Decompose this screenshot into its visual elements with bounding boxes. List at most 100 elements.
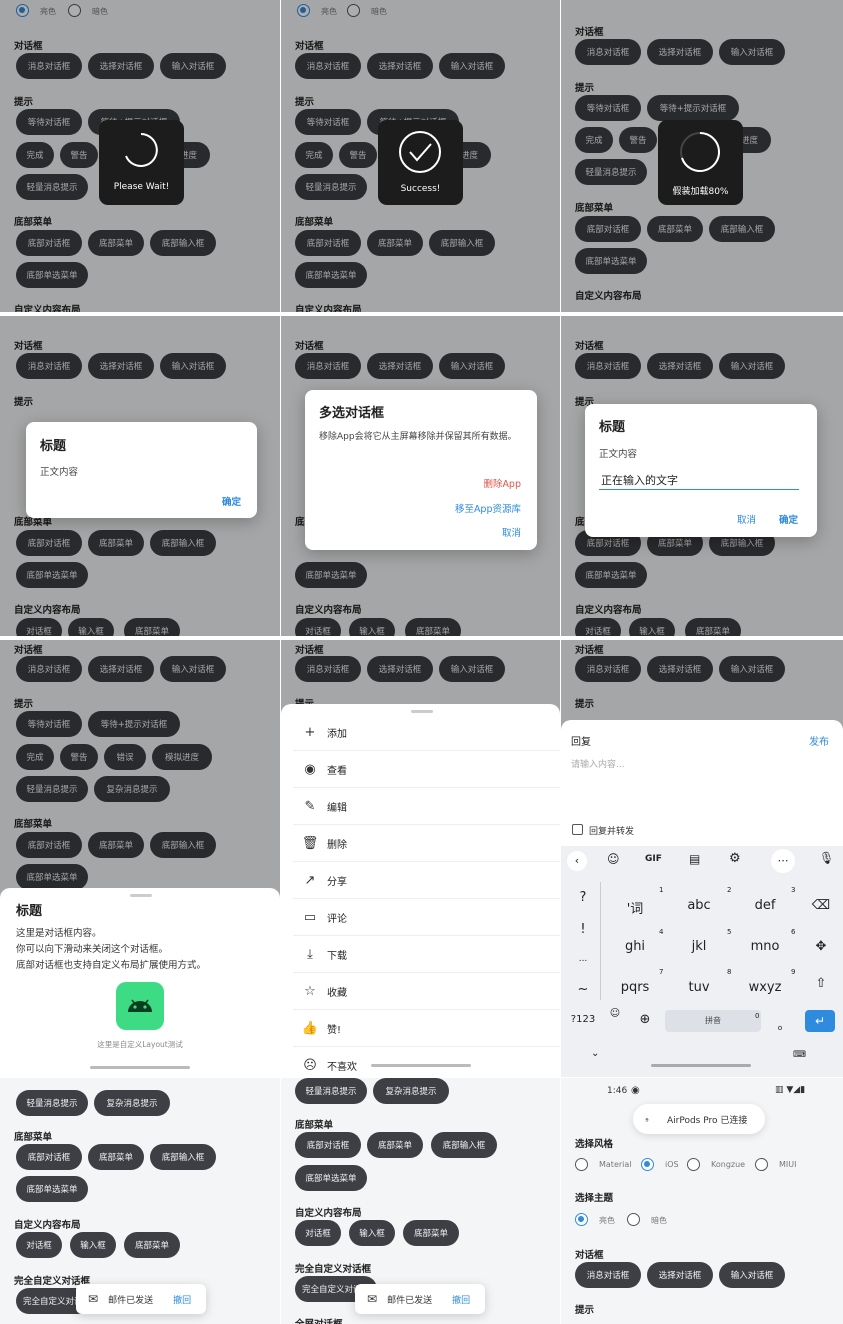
- bottom-dialog-button[interactable]: 底部对话框: [16, 1144, 82, 1170]
- complex-tip-button[interactable]: 复杂消息提示: [94, 1090, 170, 1116]
- input-dialog-button[interactable]: 输入对话框: [719, 1262, 785, 1288]
- cursor-move-icon[interactable]: ✥: [807, 939, 835, 954]
- key-question[interactable]: ?: [565, 890, 601, 905]
- airpods-notification[interactable]: ❟ AirPods Pro 已连接: [633, 1104, 765, 1134]
- radio-light[interactable]: [575, 1213, 588, 1226]
- menu-item-like[interactable]: 👍 赞!: [293, 1010, 560, 1047]
- menu-item-add[interactable]: + 添加: [293, 714, 560, 751]
- bottom-menu-button[interactable]: 底部菜单: [88, 1144, 144, 1170]
- text-input-field[interactable]: 正在输入的文字: [599, 468, 799, 490]
- move-to-library-option[interactable]: 移至App资源库: [455, 501, 521, 515]
- menu-item-share[interactable]: ↗ 分享: [293, 862, 560, 899]
- key-wxyz[interactable]: wxyz: [745, 980, 785, 995]
- menu-item-comment[interactable]: ▭ 评论: [293, 899, 560, 936]
- notify-text: AirPods Pro 已连接: [667, 1116, 748, 1126]
- radio-kongzue[interactable]: [687, 1158, 700, 1171]
- menu-item-view[interactable]: ◉ 查看: [293, 751, 560, 788]
- toast-text: 邮件已发送: [108, 1295, 154, 1306]
- emoji-icon[interactable]: ☺: [605, 1008, 625, 1019]
- complex-tip-button[interactable]: 复杂消息提示: [373, 1078, 449, 1104]
- drag-handle[interactable]: [130, 894, 152, 897]
- menu-item-edit[interactable]: ✎ 编辑: [293, 788, 560, 825]
- key-tilde[interactable]: ~: [565, 982, 601, 997]
- custom-dialog-button[interactable]: 对话框: [295, 1220, 341, 1246]
- keyboard-icon[interactable]: ⌨: [793, 1050, 806, 1060]
- bottom-single-button[interactable]: 底部单选菜单: [16, 1176, 88, 1202]
- key-ghi[interactable]: ghi: [615, 939, 655, 954]
- globe-icon[interactable]: ⊕: [635, 1012, 655, 1027]
- select-dialog-button[interactable]: 选择对话框: [647, 1262, 713, 1288]
- custom-dialog-button[interactable]: 对话框: [16, 1232, 62, 1258]
- delete-app-option[interactable]: 删除App: [483, 476, 521, 490]
- loading-box: 假装加载80%: [658, 120, 743, 205]
- cell-toast-2: 轻量消息提示 复杂消息提示 底部菜单 底部对话框 底部菜单 底部输入框 底部单选…: [281, 1078, 560, 1324]
- gif-button[interactable]: GIF: [645, 854, 662, 864]
- forward-checkbox[interactable]: [572, 824, 583, 835]
- ok-button[interactable]: 确定: [779, 512, 798, 526]
- menu-item-download[interactable]: ⤓ 下载: [293, 936, 560, 973]
- keyboard-toolbar: ‹ ☺ GIF ▤ ⚙ ⋯ 🎙: [561, 846, 843, 876]
- bottom-input-button[interactable]: 底部输入框: [150, 1144, 216, 1170]
- bottom-menu-button[interactable]: 底部菜单: [367, 1132, 423, 1158]
- radio-dark-label: 暗色: [651, 1216, 667, 1225]
- radio-material[interactable]: [575, 1158, 588, 1171]
- key-abc[interactable]: abc: [679, 898, 719, 913]
- publish-button[interactable]: 发布: [809, 733, 829, 748]
- enter-key[interactable]: ↵: [805, 1010, 835, 1032]
- download-icon: ⤓: [307, 946, 313, 962]
- bottom-dialog-button[interactable]: 底部对话框: [295, 1132, 361, 1158]
- key-mno[interactable]: mno: [745, 939, 785, 954]
- menu-item-favorite[interactable]: ☆ 收藏: [293, 973, 560, 1010]
- undo-button[interactable]: 撤回: [452, 1293, 470, 1306]
- home-indicator: [651, 1064, 751, 1067]
- custom-input-button[interactable]: 输入框: [349, 1220, 395, 1246]
- success-text: Success!: [400, 184, 441, 194]
- radio-dark[interactable]: [627, 1213, 640, 1226]
- sticker-icon[interactable]: ☺: [607, 852, 620, 866]
- key-num-6: 6: [791, 928, 796, 936]
- section-custom: 自定义内容布局: [14, 1220, 81, 1231]
- key-def[interactable]: def: [745, 898, 785, 913]
- cancel-option[interactable]: 取消: [502, 525, 521, 539]
- back-icon[interactable]: ‹: [567, 851, 587, 871]
- custom-bottom-button[interactable]: 底部菜单: [124, 1232, 180, 1258]
- spinner-icon: [125, 133, 158, 167]
- cancel-button[interactable]: 取消: [737, 512, 756, 526]
- key-num-8: 8: [727, 968, 732, 976]
- more-icon[interactable]: ⋯: [771, 849, 795, 873]
- success-box: Success!: [378, 120, 463, 205]
- gear-icon[interactable]: ⚙: [729, 851, 741, 866]
- cell-notification: 1:46 ◉ ▥ ▼◢▮ ❟ AirPods Pro 已连接 选择风格 Mate…: [561, 1078, 843, 1324]
- key-tuv[interactable]: tuv: [679, 980, 719, 995]
- custom-input-button[interactable]: 输入框: [70, 1232, 116, 1258]
- light-tip-button[interactable]: 轻量消息提示: [16, 1090, 88, 1116]
- custom-bottom-button[interactable]: 底部菜单: [403, 1220, 459, 1246]
- key-word[interactable]: '词: [615, 898, 655, 917]
- msg-dialog-button[interactable]: 消息对话框: [575, 1262, 641, 1288]
- key-pqrs[interactable]: pqrs: [615, 980, 655, 995]
- collapse-keyboard-icon[interactable]: ⌄: [591, 1048, 599, 1059]
- clipboard-icon[interactable]: ▤: [689, 852, 700, 866]
- key-symbols[interactable]: ?123: [565, 1014, 601, 1025]
- backspace-icon[interactable]: ⌫: [807, 898, 835, 913]
- drag-handle[interactable]: [411, 710, 433, 713]
- input-value: 正在输入的文字: [601, 474, 678, 487]
- mic-icon[interactable]: 🎙: [819, 851, 834, 865]
- ok-button[interactable]: 确定: [222, 494, 241, 508]
- menu-item-dislike[interactable]: ☹ 不喜欢: [293, 1047, 560, 1077]
- radio-ios[interactable]: [641, 1158, 654, 1171]
- input-dialog: 标题 正文内容 正在输入的文字 取消 确定: [585, 404, 817, 537]
- radio-miui[interactable]: [755, 1158, 768, 1171]
- shift-icon[interactable]: ⇧: [807, 976, 835, 991]
- undo-button[interactable]: 撤回: [173, 1293, 191, 1306]
- bottom-input-button[interactable]: 底部输入框: [431, 1132, 497, 1158]
- key-period[interactable]: 。: [775, 1014, 793, 1033]
- key-ellipsis[interactable]: ...: [565, 954, 601, 964]
- bottom-single-button[interactable]: 底部单选菜单: [295, 1165, 367, 1191]
- space-key[interactable]: 拼音: [665, 1010, 761, 1032]
- light-tip-button[interactable]: 轻量消息提示: [295, 1078, 367, 1104]
- reply-input[interactable]: 请输入内容...: [571, 757, 625, 770]
- menu-item-delete[interactable]: 🗑 删除: [293, 825, 560, 862]
- key-exclaim[interactable]: !: [565, 922, 601, 937]
- key-jkl[interactable]: jkl: [679, 939, 719, 954]
